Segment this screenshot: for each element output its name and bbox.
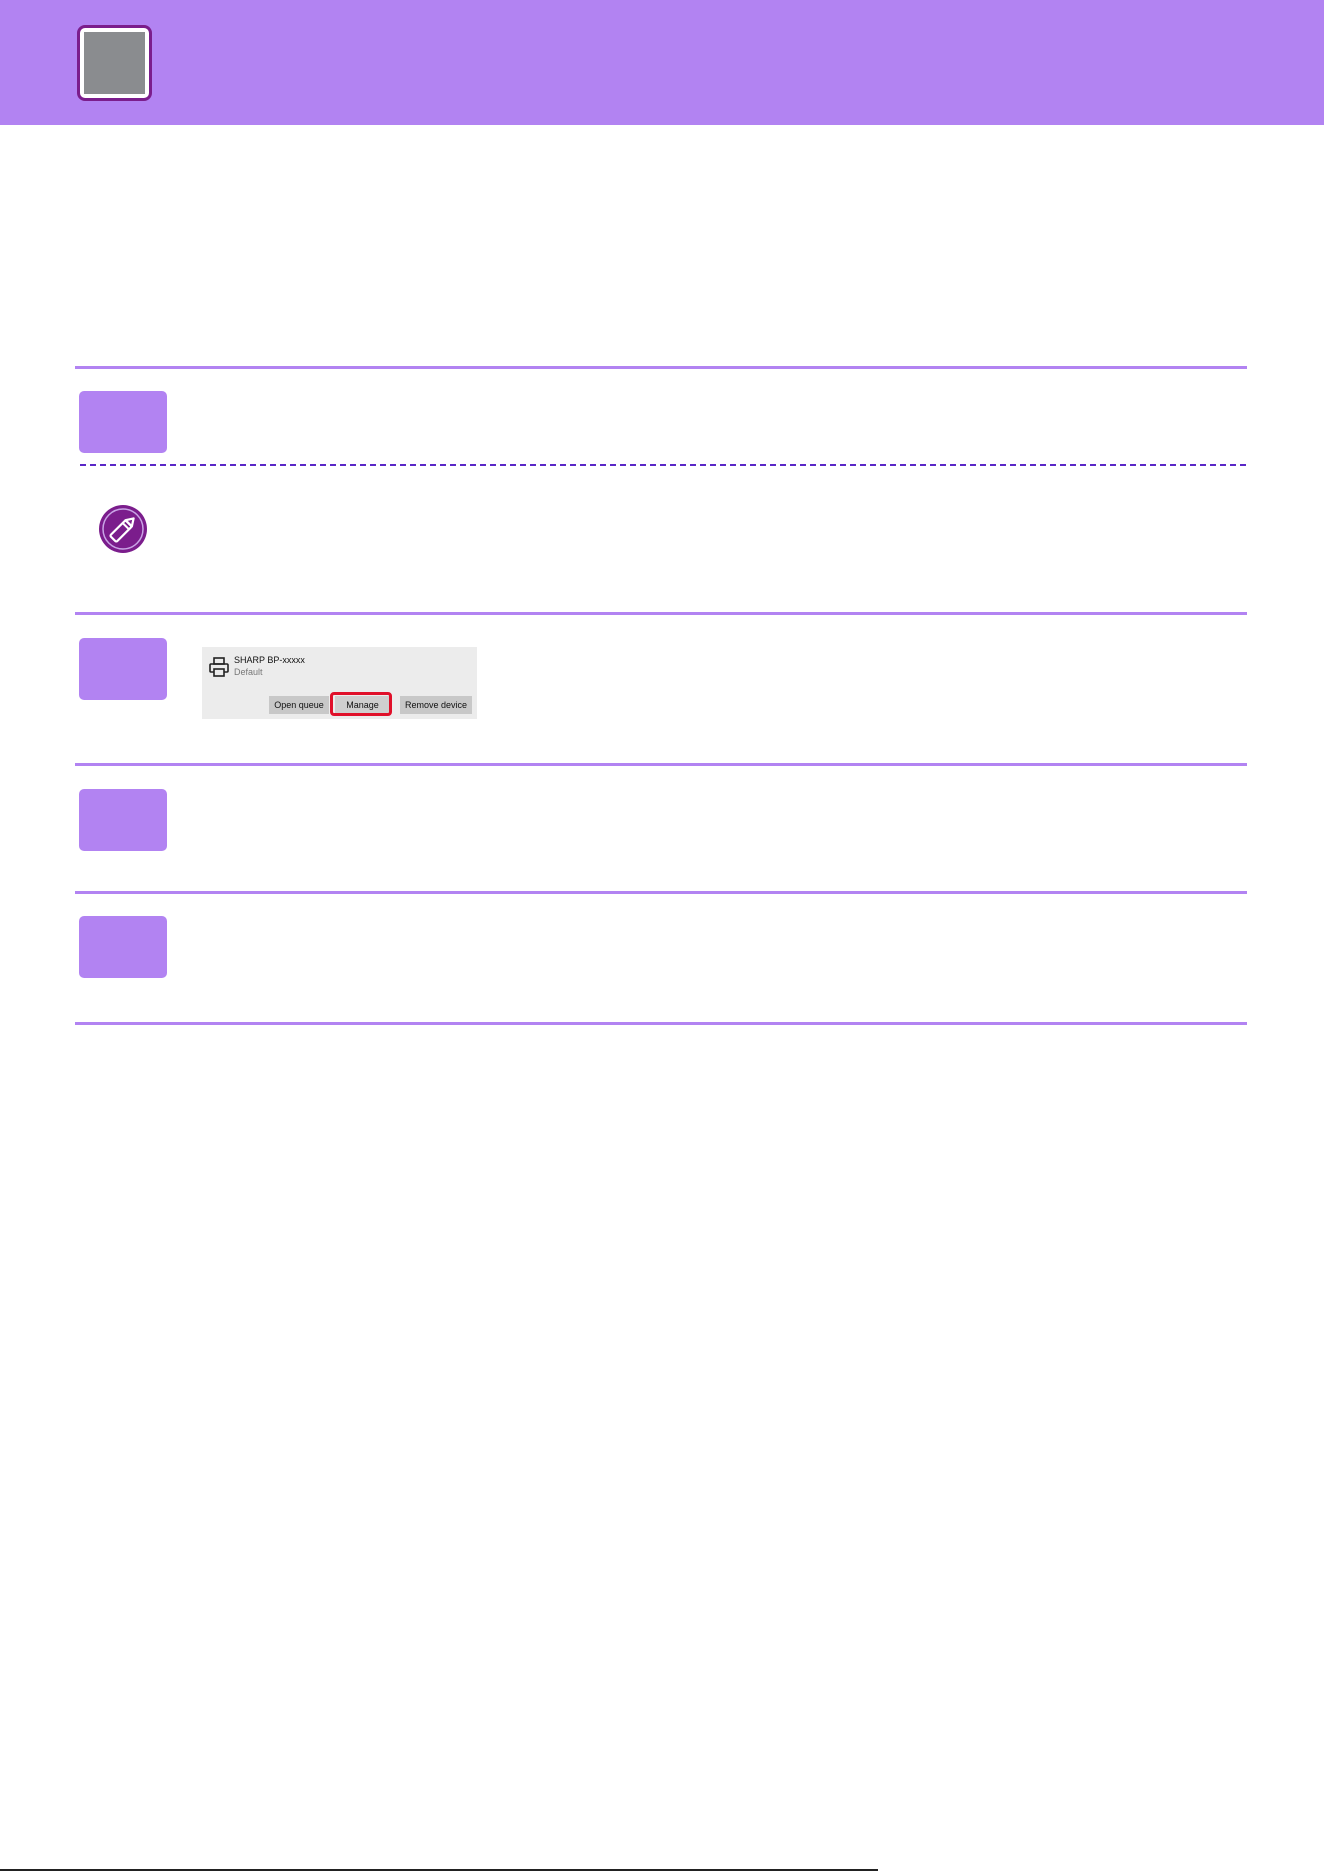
step-3-top-rule bbox=[75, 763, 1247, 766]
step-2-top-rule bbox=[75, 612, 1247, 615]
step-3-badge bbox=[79, 789, 167, 851]
chapter-thumbnail bbox=[77, 25, 152, 101]
printer-icon bbox=[208, 656, 230, 678]
printer-status: Default bbox=[234, 667, 263, 677]
step-4-badge bbox=[79, 916, 167, 978]
printer-text-block: SHARP BP-xxxxx Default bbox=[234, 647, 434, 677]
printer-settings-panel: SHARP BP-xxxxx Default Open queue Manage… bbox=[202, 647, 477, 719]
remove-device-button[interactable]: Remove device bbox=[400, 696, 472, 714]
printer-name: SHARP BP-xxxxx bbox=[234, 655, 305, 665]
manage-button-highlight bbox=[330, 692, 392, 716]
step-1-dashed-divider bbox=[80, 464, 1246, 466]
step-1-top-rule bbox=[75, 366, 1247, 369]
footer-rule bbox=[0, 1869, 878, 1871]
header-banner bbox=[0, 0, 1324, 125]
step-4-top-rule bbox=[75, 891, 1247, 894]
chapter-thumbnail-image bbox=[84, 32, 145, 94]
step-1-badge bbox=[79, 391, 167, 453]
step-2-badge bbox=[79, 638, 167, 700]
open-queue-button[interactable]: Open queue bbox=[269, 696, 329, 714]
steps-bottom-rule bbox=[75, 1022, 1247, 1025]
pencil-icon bbox=[96, 502, 150, 556]
